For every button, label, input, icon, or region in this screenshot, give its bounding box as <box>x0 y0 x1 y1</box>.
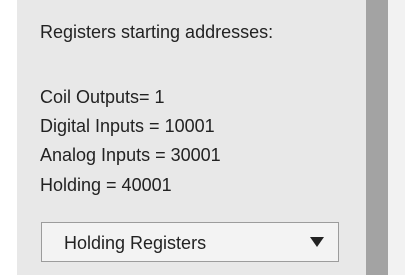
coil-outputs-line: Coil Outputs= 1 <box>40 87 165 107</box>
register-type-dropdown[interactable]: Holding Registers <box>41 222 339 262</box>
left-margin <box>0 0 17 275</box>
register-type-selected: Holding Registers <box>64 233 207 253</box>
triangle-down-icon <box>310 237 324 247</box>
digital-inputs-line: Digital Inputs = 10001 <box>40 116 215 136</box>
registers-heading: Registers starting addresses: <box>40 22 274 42</box>
app-window: Registers starting addresses: Coil Outpu… <box>0 0 405 275</box>
holding-line: Holding = 40001 <box>40 175 172 195</box>
panel-splitter[interactable] <box>366 0 388 275</box>
analog-inputs-line: Analog Inputs = 30001 <box>40 145 221 165</box>
right-content-area <box>388 0 405 275</box>
